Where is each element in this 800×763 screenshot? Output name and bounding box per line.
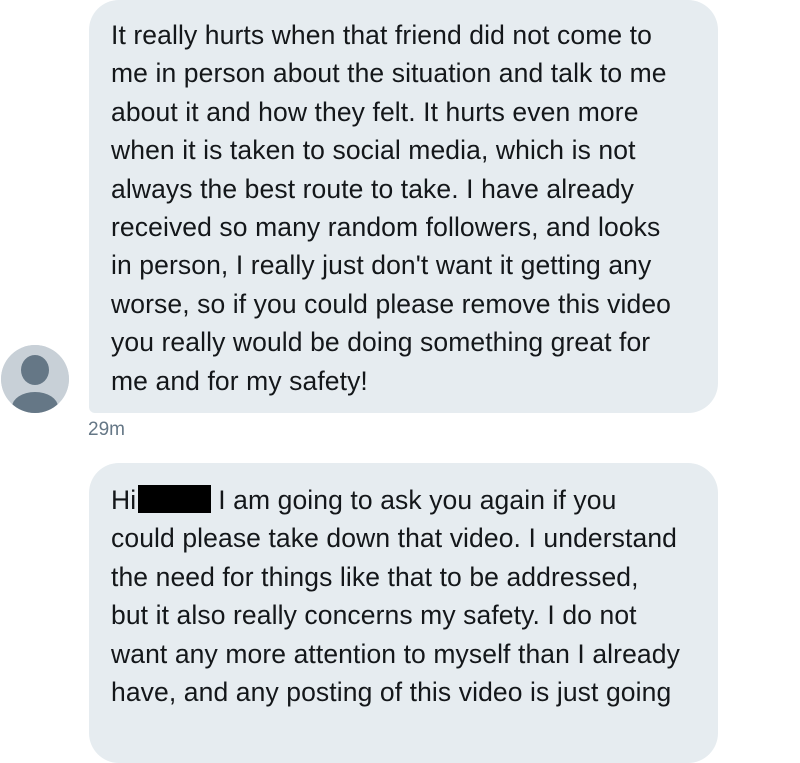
message-bubble[interactable]: It really hurts when that friend did not… (89, 0, 718, 413)
greeting-text: Hi (111, 485, 137, 515)
message-text-line: you really would be doing something grea… (111, 327, 651, 358)
redaction-block (138, 485, 212, 513)
message-text-line: but it also really concerns my safety. I… (111, 600, 637, 631)
message-text-line: the need for things like that to be addr… (111, 561, 639, 592)
message-text-line: when it is taken to social media, which … (111, 135, 636, 166)
message-text-line: always the best route to take. I have al… (111, 173, 635, 204)
message-text-line: Hi I am going to ask you again if you (111, 481, 696, 519)
message-text-line: worse, so if you could please remove thi… (111, 288, 672, 319)
message-text-line: me in person about the situation and tal… (111, 58, 667, 89)
message-text-line: in person, I really just don't want it g… (111, 250, 652, 281)
message-text-line: could please take down that video. I und… (111, 523, 678, 554)
message-text-line: have, and any posting of this video is j… (111, 677, 672, 708)
message-text-line: received so many random followers, and l… (111, 212, 661, 243)
message-text-line: It really hurts when that friend did not… (111, 20, 652, 50)
default-profile-avatar-icon (1, 345, 69, 413)
message-bubble[interactable]: Hi I am going to ask you again if you cou… (89, 463, 718, 763)
message-text-line: about it and how they felt. It hurts eve… (111, 96, 639, 127)
avatar[interactable] (1, 345, 69, 413)
message-timestamp: 29m (88, 419, 125, 440)
message-text-line: want any more attention to myself than I… (111, 638, 680, 669)
message-text-line: me and for my safety! (111, 365, 368, 396)
message-text-fragment: I am going to ask you again if you (218, 485, 617, 515)
dm-conversation-thread: It really hurts when that friend did not… (0, 0, 800, 763)
